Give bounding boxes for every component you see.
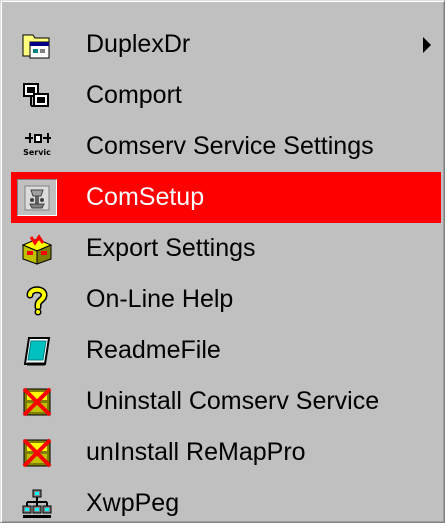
setup-icon	[21, 182, 53, 214]
submenu-arrow-icon	[423, 36, 431, 53]
network-icon	[21, 488, 53, 520]
menu-item-label: unInstall ReMapPro	[86, 438, 306, 466]
uninstall-icon	[21, 386, 53, 418]
context-menu: DuplexDr Comport Servic Comserv Service …	[0, 0, 445, 523]
menu-item-label: ReadmeFile	[86, 336, 221, 364]
menu-list: DuplexDr Comport Servic Comserv Service …	[11, 19, 441, 529]
menu-item-duplexdr[interactable]: DuplexDr	[11, 19, 441, 70]
export-box-icon	[21, 233, 53, 265]
service-icon: Servic	[21, 131, 53, 163]
menu-item-label: Export Settings	[86, 234, 256, 262]
menu-item-export-settings[interactable]: Export Settings	[11, 223, 441, 274]
menu-item-label: XwpPeg	[86, 489, 180, 517]
menu-item-label: Uninstall Comserv Service	[86, 387, 380, 415]
ports-icon	[21, 80, 53, 112]
help-question-icon	[21, 284, 53, 316]
menu-item-label: Comport	[86, 81, 182, 109]
menu-item-xwppeg[interactable]: XwpPeg	[11, 478, 441, 529]
menu-item-uninstall-remappro[interactable]: unInstall ReMapPro	[11, 427, 441, 478]
menu-item-comport[interactable]: Comport	[11, 70, 441, 121]
menu-item-label: DuplexDr	[86, 30, 191, 58]
svg-text:Servic: Servic	[23, 148, 51, 157]
menu-item-online-help[interactable]: On-Line Help	[11, 274, 441, 325]
menu-item-comserv-service-settings[interactable]: Servic Comserv Service Settings	[11, 121, 441, 172]
menu-item-label: Comserv Service Settings	[86, 132, 374, 160]
menu-item-label: On-Line Help	[86, 285, 234, 313]
menu-item-readmefile[interactable]: ReadmeFile	[11, 325, 441, 376]
menu-item-comsetup[interactable]: ComSetup	[11, 172, 441, 223]
folder-window-icon	[21, 29, 53, 61]
menu-item-uninstall-comserv-service[interactable]: Uninstall Comserv Service	[11, 376, 441, 427]
uninstall-icon	[21, 437, 53, 469]
menu-item-label: ComSetup	[86, 183, 205, 211]
readme-book-icon	[21, 335, 53, 367]
